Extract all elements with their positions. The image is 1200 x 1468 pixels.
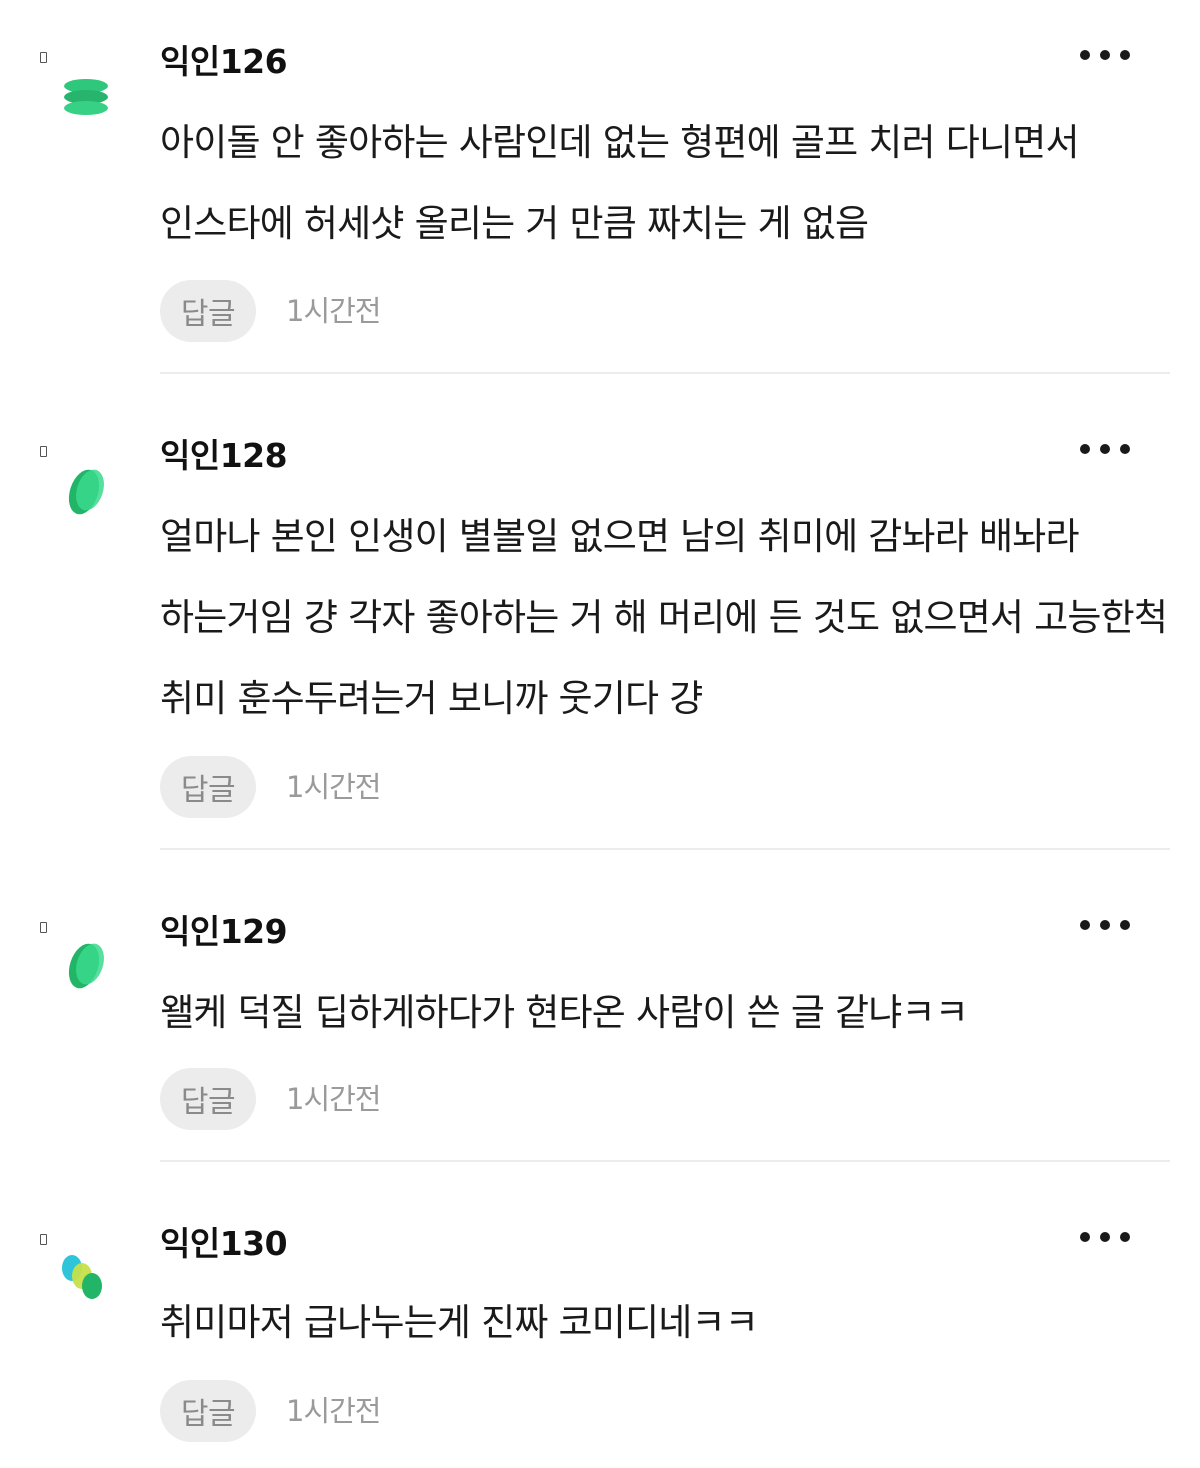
divider [160,372,1170,374]
more-options-icon[interactable] [1080,1222,1130,1252]
comment-text: 얼마나 본인 인생이 별볼일 없으면 남의 취미에 감놔라 배놔라 하는거임 걍… [160,515,1168,720]
divider [160,848,1170,850]
comment-timestamp: 1시간전 [286,1082,381,1116]
divider [160,1160,1170,1162]
more-options-icon[interactable] [1080,910,1130,940]
green-stack-avatar-icon [64,79,108,115]
comment-text: 아이돌 안 좋아하는 사람인데 없는 형편에 골프 치러 다니면서 인스타에 허… [160,121,1080,245]
comment-author: 익인128 [160,436,288,475]
multicolor-dots-avatar-icon [62,1255,102,1299]
comment-timestamp: 1시간전 [286,770,381,804]
marker-icon [40,1234,47,1245]
comment-timestamp: 1시간전 [286,294,381,328]
marker-icon [40,446,47,457]
reply-button[interactable]: 답글 [160,1068,256,1130]
marker-icon [40,52,47,63]
more-options-icon[interactable] [1080,40,1130,70]
reply-button[interactable]: 답글 [160,1380,256,1442]
comment-timestamp: 1시간전 [286,1394,381,1428]
marker-icon [40,922,47,933]
green-leaf-avatar-icon [68,943,104,989]
reply-button[interactable]: 답글 [160,280,256,342]
comment-text: 취미마저 급나누는게 진짜 코미디네ㅋㅋ [160,1301,759,1344]
green-leaf-avatar-icon [68,469,104,515]
more-options-icon[interactable] [1080,434,1130,464]
comment-author: 익인129 [160,912,288,951]
reply-button[interactable]: 답글 [160,756,256,818]
comment-author: 익인130 [160,1224,288,1263]
comment-text: 왤케 덕질 딥하게하다가 현타온 사람이 쓴 글 같냐ㅋㅋ [160,991,969,1034]
comment-author: 익인126 [160,42,288,81]
